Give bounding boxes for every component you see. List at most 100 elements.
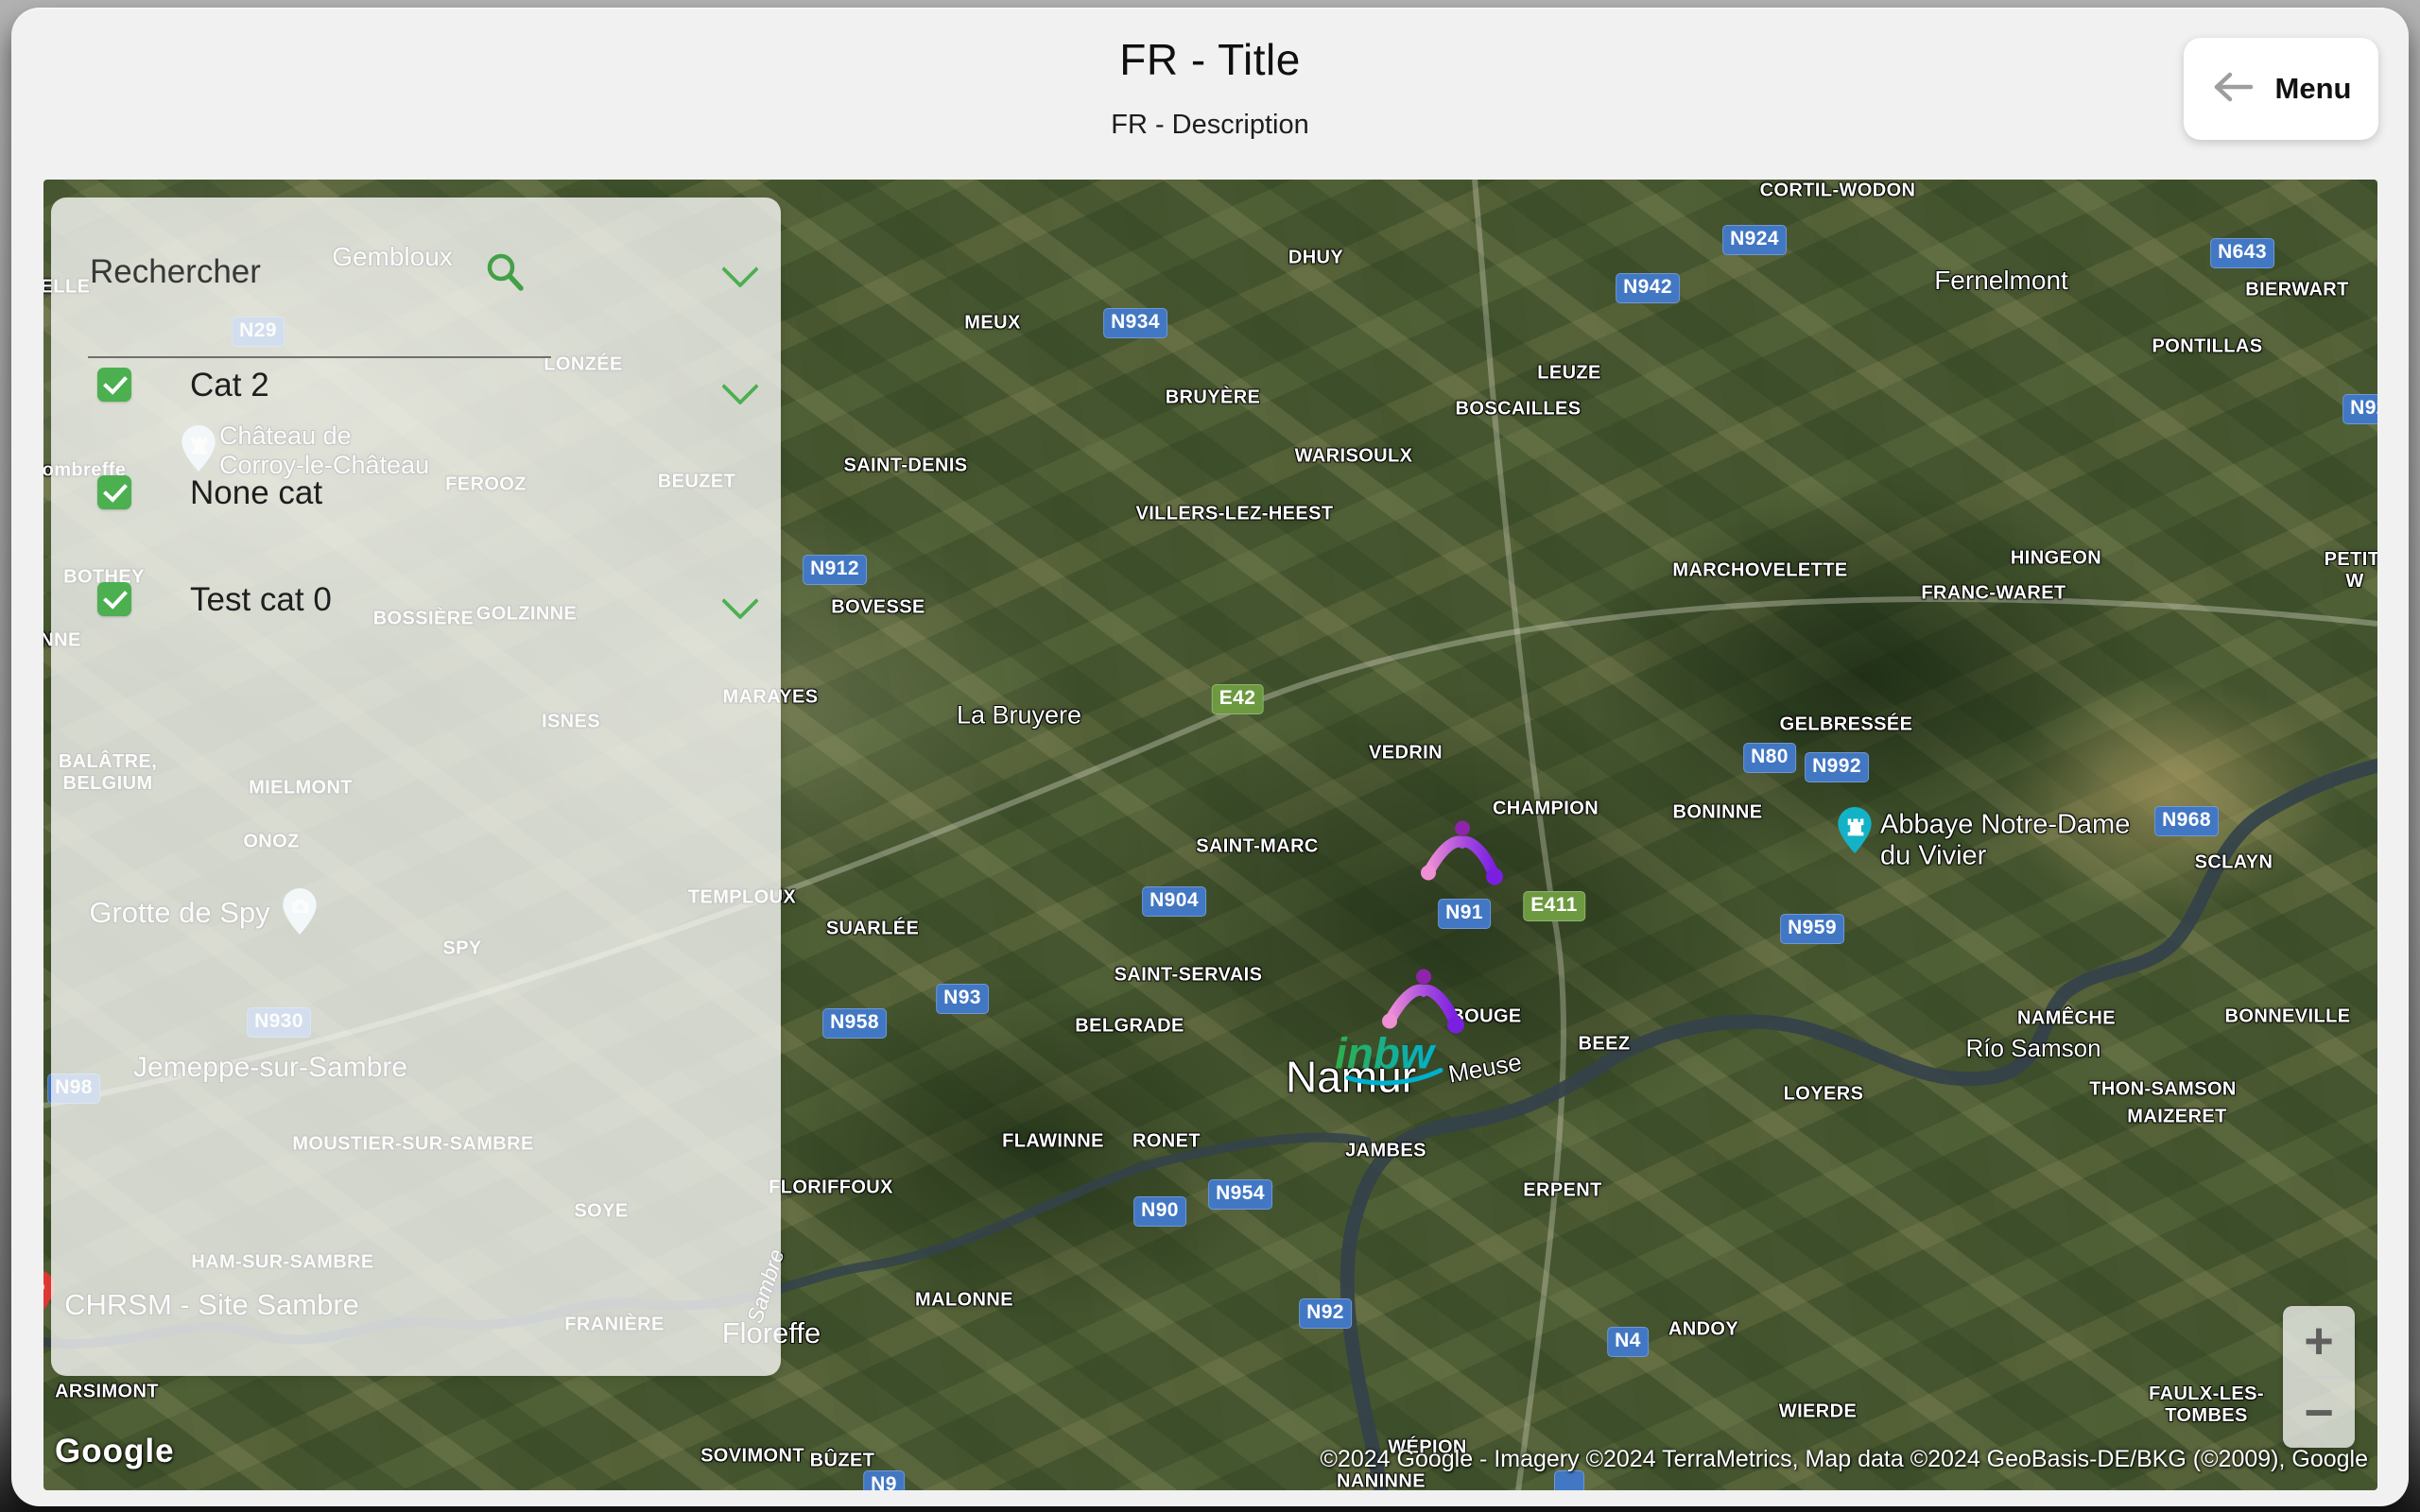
map-village-label: LEUZE (1537, 362, 1601, 384)
map-village-label: SAINT-MARC (1196, 835, 1319, 857)
search-underline (88, 356, 551, 358)
zoom-control: + − (2283, 1306, 2355, 1448)
map-poi-label: Abbaye Notre-Dame du Vivier (1880, 809, 2131, 871)
map-village-label: FLORIFFOUX (769, 1177, 893, 1198)
custom-marker-1-icon (1417, 820, 1508, 897)
road-badge-n968: N968 (2154, 806, 2219, 836)
road-badge-n92: N92 (2342, 394, 2377, 424)
map-village-label: SCLAYN (2194, 851, 2273, 873)
menu-label: Menu (2274, 72, 2352, 105)
zoom-in-button[interactable]: + (2283, 1306, 2355, 1376)
category-row-none-cat: None cat (51, 475, 781, 521)
zoom-out-button[interactable]: − (2283, 1378, 2355, 1448)
map-village-label: DHUY (1288, 247, 1344, 268)
search-input[interactable] (88, 252, 536, 292)
category-checkbox[interactable] (97, 368, 131, 402)
road-badge-n954: N954 (1208, 1179, 1272, 1210)
road-badge-n904: N904 (1142, 886, 1206, 917)
map-attribution: ©2024 Google - Imagery ©2024 TerraMetric… (1320, 1446, 2368, 1472)
map-village-label: BONINNE (1672, 801, 1763, 823)
map-town-label: La Bruyere (956, 700, 1082, 730)
category-row-cat-2: Cat 2 (51, 368, 781, 413)
map-village-label: VEDRIN (1369, 742, 1443, 764)
map-poi-label: Río Samson (1965, 1034, 2101, 1063)
map-village-label: LOYERS (1783, 1083, 1864, 1105)
road-badge-n912: N912 (803, 555, 867, 585)
map-village-label: RONET (1132, 1130, 1201, 1152)
road-badge-n93: N93 (936, 984, 989, 1014)
road-badge-e42: E42 (1211, 684, 1264, 714)
map-village-label: BRUYÈRE (1165, 387, 1261, 408)
menu-button[interactable]: Menu (2184, 38, 2378, 140)
map-village-label: SOVIMONT (700, 1445, 804, 1467)
category-checkbox[interactable] (97, 475, 131, 509)
app-window: FR - Title FR - Description Menu N29N924… (11, 8, 2409, 1506)
category-label: Cat 2 (190, 367, 269, 404)
google-logo[interactable]: Google (55, 1433, 175, 1470)
road-badge-n91: N91 (1438, 899, 1491, 929)
map-village-label: FRANC-WARET (1921, 582, 2066, 604)
road-badge-e411: E411 (1523, 891, 1585, 921)
inbw-logo-marker: inbw (1327, 1027, 1469, 1100)
map-village-label: PETIT-W (2324, 549, 2377, 592)
map-village-label: WIERDE (1778, 1400, 1858, 1422)
map-village-label: BOVESSE (831, 596, 925, 618)
map-village-label: PONTILLAS (2152, 335, 2263, 357)
map-village-label: WARISOULX (1294, 445, 1413, 467)
road-badge-n4: N4 (1607, 1327, 1649, 1357)
map-town-label: Fernelmont (1934, 265, 2068, 295)
map-village-label: BOSCAILLES (1455, 398, 1582, 420)
map-village-label: JAMBES (1345, 1140, 1426, 1161)
map-village-label: VILLERS-LEZ-HEEST (1135, 503, 1334, 524)
map-village-label: HINGEON (2010, 547, 2102, 569)
category-chevron-down-icon[interactable] (721, 368, 759, 405)
map-village-label: ANDOY (1668, 1318, 1739, 1340)
map-village-label: MAIZERET (2127, 1106, 2227, 1127)
search-row (51, 235, 781, 358)
road-badge-n992: N992 (1805, 752, 1869, 782)
map-village-label: THON-SAMSON (2089, 1078, 2237, 1100)
road-badge-n92: N92 (1299, 1298, 1352, 1329)
filter-panel: Cat 2 None cat Test cat 0 (51, 198, 781, 1376)
map-village-label: MARCHOVELETTE (1672, 559, 1848, 581)
map-village-label: ARSIMONT (55, 1381, 159, 1402)
svg-text:inbw: inbw (1335, 1029, 1437, 1078)
category-label: Test cat 0 (190, 581, 332, 618)
map-village-label: BELGRADE (1075, 1015, 1184, 1037)
road-badge-n80: N80 (1743, 743, 1796, 773)
category-row-test-cat-0: Test cat 0 (51, 582, 781, 627)
road-badge-n90: N90 (1133, 1196, 1186, 1227)
map-village-label: CORTIL-WODON (1759, 180, 1916, 201)
map-village-label: ERPENT (1523, 1179, 1602, 1201)
road-badge-n924: N924 (1722, 225, 1787, 255)
map-village-label: BÛZET (809, 1450, 875, 1471)
category-checkbox[interactable] (97, 582, 131, 616)
category-chevron-down-icon[interactable] (721, 582, 759, 620)
road-badge-n9: N9 (863, 1470, 905, 1490)
map-village-label: MEUX (964, 312, 1021, 334)
category-label: None cat (190, 474, 323, 511)
road-badge-n934: N934 (1103, 308, 1167, 338)
map-village-label: FAULX-LES-TOMBES (2149, 1383, 2264, 1426)
road-badge-n942: N942 (1616, 273, 1680, 303)
map-village-label: CHAMPION (1492, 798, 1599, 819)
road-badge-n958: N958 (822, 1008, 887, 1039)
map-village-label: FLAWINNE (1002, 1130, 1104, 1152)
back-arrow-icon (2211, 70, 2255, 109)
map-village-label: BEEZ (1578, 1033, 1631, 1055)
map-village-label: SUARLÉE (825, 918, 920, 939)
map-village-label: SAINT-SERVAIS (1114, 964, 1263, 986)
map-village-label: NAMÊCHE (2017, 1007, 2116, 1029)
map-village-label: NANINNE (1337, 1470, 1426, 1491)
map-village-label: SAINT-DENIS (843, 455, 968, 476)
road-badge-n643: N643 (2210, 238, 2274, 268)
map-village-label: MALONNE (915, 1289, 1013, 1311)
search-chevron-down-icon[interactable] (721, 250, 759, 288)
map-village-label: BONNEVILLE (2224, 1005, 2351, 1027)
page-title: FR - Title (1119, 35, 1301, 84)
map-village-label: BIERWART (2245, 279, 2349, 301)
abbaye-vivier-pin-icon (1836, 806, 1874, 860)
road-badge-n959: N959 (1780, 914, 1844, 944)
page-description: FR - Description (1111, 110, 1309, 140)
search-icon[interactable] (484, 250, 526, 297)
